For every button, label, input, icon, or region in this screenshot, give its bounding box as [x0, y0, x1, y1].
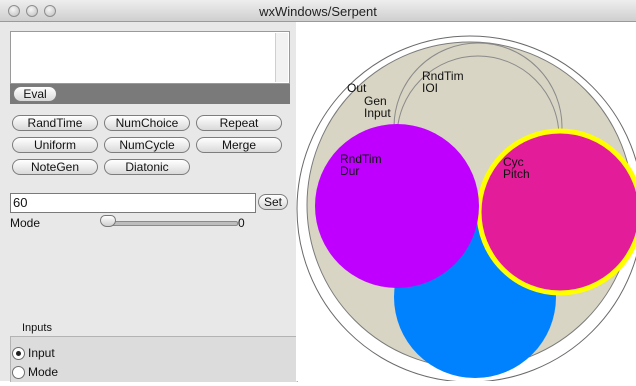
value-input[interactable]: 60 [10, 193, 256, 213]
console-scrollbar[interactable] [275, 33, 288, 82]
out-label: Out [347, 81, 367, 95]
title-bar: wxWindows/Serpent [0, 0, 636, 22]
mode-slider-track[interactable] [108, 221, 238, 226]
merge-button[interactable]: Merge [196, 137, 282, 153]
mode-value: 0 [238, 216, 245, 230]
window-title: wxWindows/Serpent [259, 4, 377, 19]
set-button[interactable]: Set [258, 194, 288, 210]
mode-label: Mode [10, 216, 41, 230]
circle-canvas[interactable]: Out Gen Input RndTim IOI RndTim Dur Cyc … [296, 22, 636, 383]
inputs-group-title: Inputs [22, 322, 52, 334]
eval-button[interactable]: Eval [13, 86, 57, 102]
randtim-dur-circle[interactable] [315, 124, 479, 288]
cyc-pitch-label-line2: Pitch [503, 167, 530, 181]
gen-input-label-line2: Input [364, 106, 391, 120]
console-textarea[interactable] [10, 31, 290, 84]
diatonic-button[interactable]: Diatonic [104, 159, 190, 175]
mode-slider-thumb[interactable] [100, 215, 116, 227]
numchoice-button[interactable]: NumChoice [104, 115, 190, 131]
input-radio[interactable] [12, 347, 25, 360]
randtim-dur-label-line2: Dur [340, 164, 359, 178]
input-radio-label[interactable]: Input [28, 346, 55, 360]
circles-svg[interactable]: Out Gen Input RndTim IOI RndTim Dur Cyc … [296, 22, 636, 383]
mode-radio[interactable] [12, 366, 25, 379]
uniform-button[interactable]: Uniform [12, 137, 98, 153]
repeat-button[interactable]: Repeat [196, 115, 282, 131]
mode-radio-label[interactable]: Mode [28, 365, 58, 379]
randtime-button[interactable]: RandTime [12, 115, 98, 131]
notegen-button[interactable]: NoteGen [12, 159, 98, 175]
numcycle-button[interactable]: NumCycle [104, 137, 190, 153]
eval-bar: Eval [10, 84, 290, 104]
randtim-ioi-label-line2: IOI [422, 81, 438, 95]
control-panel: Eval RandTime NumChoice Repeat Uniform N… [0, 22, 298, 382]
